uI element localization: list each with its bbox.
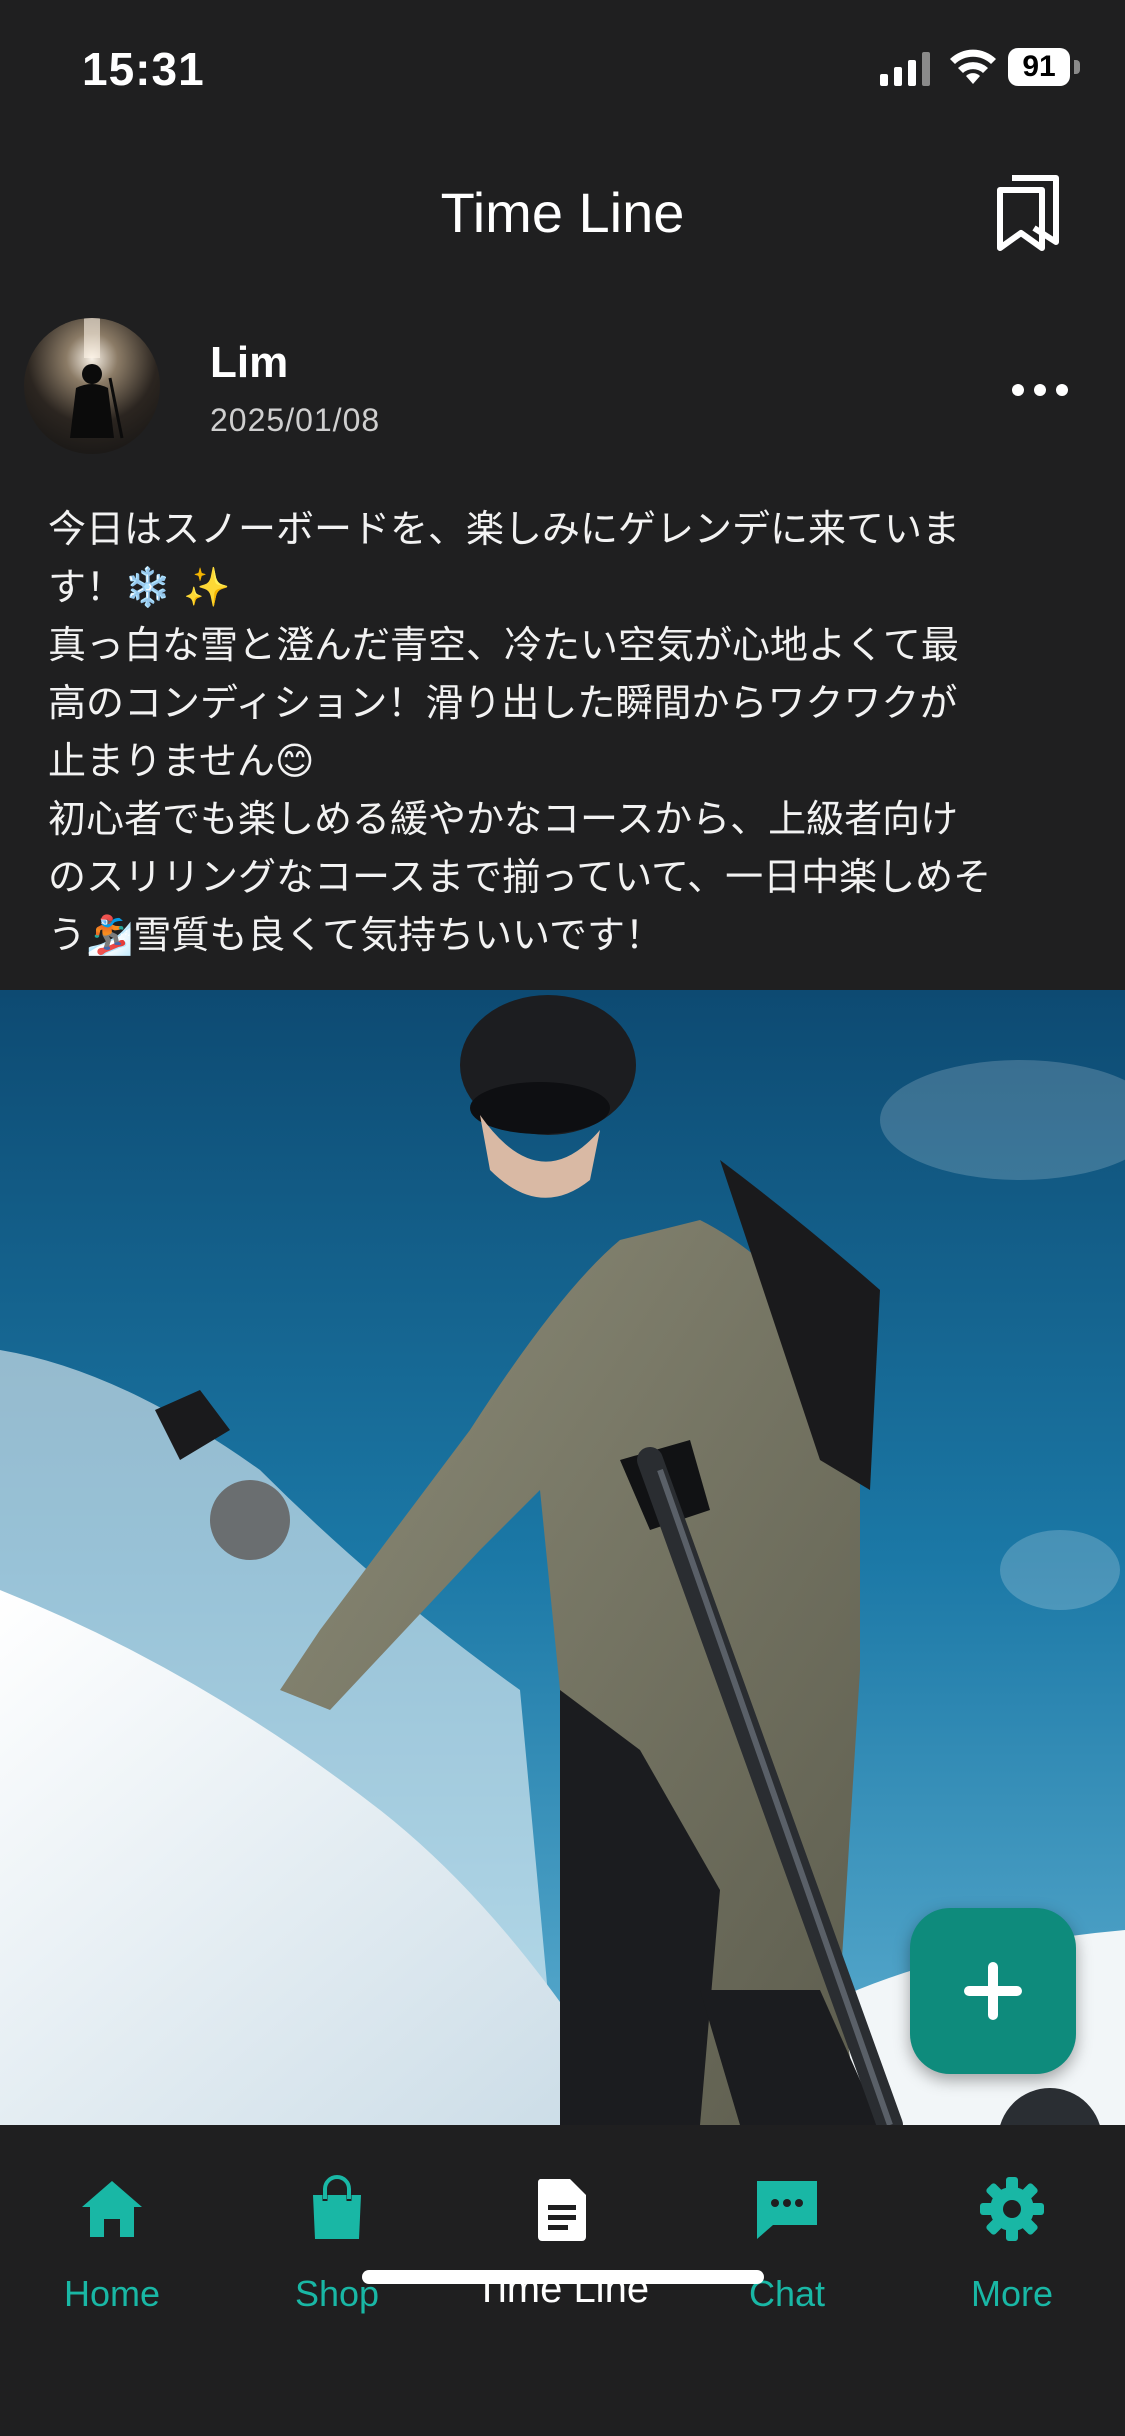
- home-icon: [82, 2181, 142, 2237]
- post-text-line: 今日はスノーボードを、楽しみにゲレンデに来ていま: [48, 507, 961, 551]
- battery-tip: [1074, 60, 1080, 74]
- chat-icon: [757, 2181, 817, 2239]
- more-options-icon[interactable]: [1012, 380, 1068, 400]
- post-text-line: 高のコンディション！滑り出した瞬間からワクワクが: [48, 681, 958, 725]
- post-username[interactable]: Lim: [210, 338, 288, 388]
- plus-icon-vertical: [988, 1962, 998, 2020]
- cellular-signal-icon: [880, 52, 930, 86]
- create-post-button[interactable]: [910, 1908, 1076, 2074]
- nav-item-more[interactable]: More: [912, 2165, 1112, 2325]
- nav-item-shop[interactable]: Shop: [237, 2165, 437, 2325]
- post-text-line: 真っ白な雪と澄んだ青空、冷たい空気が心地よくて最: [48, 623, 959, 667]
- avatar[interactable]: [24, 318, 160, 454]
- post-date: 2025/01/08: [210, 402, 381, 438]
- battery-level: 91: [1008, 48, 1070, 86]
- page-title: Time Line: [440, 181, 685, 244]
- home-indicator[interactable]: [362, 2270, 764, 2284]
- gear-icon: [980, 2177, 1044, 2241]
- wifi-icon: [950, 49, 996, 84]
- avatar-silhouette-icon: [70, 318, 124, 439]
- post-body: 今日はスノーボードを、楽しみにゲレンデに来ていま す！❄️ ✨ 真っ白な雪と澄ん…: [48, 500, 1078, 964]
- nav-label-home: Home: [63, 2273, 161, 2314]
- nav-label-more: More: [970, 2273, 1054, 2314]
- timeline-screen: 15:31 91 Time Line Lim 2025/01/08 今日はスノー…: [0, 0, 1125, 2436]
- post-text-line: う🏂雪質も良くて気持ちいいです！: [48, 913, 664, 957]
- document-icon: [537, 2179, 586, 2241]
- post-header: Lim 2025/01/08: [0, 310, 1125, 460]
- app-header: Time Line: [0, 150, 1125, 280]
- post-text-line: す！❄️ ✨: [48, 565, 231, 609]
- bookmarks-icon[interactable]: [992, 172, 1064, 252]
- shopping-bag-icon: [313, 2175, 361, 2239]
- nav-item-chat[interactable]: Chat: [687, 2165, 887, 2325]
- nav-item-home[interactable]: Home: [12, 2165, 212, 2325]
- post-text-line: 止まりません😊: [48, 739, 315, 783]
- post-text-line: 初心者でも楽しめる緩やかなコースから、上級者向け: [48, 797, 959, 841]
- post-text-line: のスリリングなコースまで揃っていて、一日中楽しめそ: [48, 855, 992, 899]
- nav-item-timeline[interactable]: Time Line: [462, 2165, 662, 2325]
- status-bar: 15:31 91: [0, 0, 1125, 140]
- battery-indicator: 91: [1008, 48, 1080, 88]
- status-time: 15:31: [82, 43, 205, 95]
